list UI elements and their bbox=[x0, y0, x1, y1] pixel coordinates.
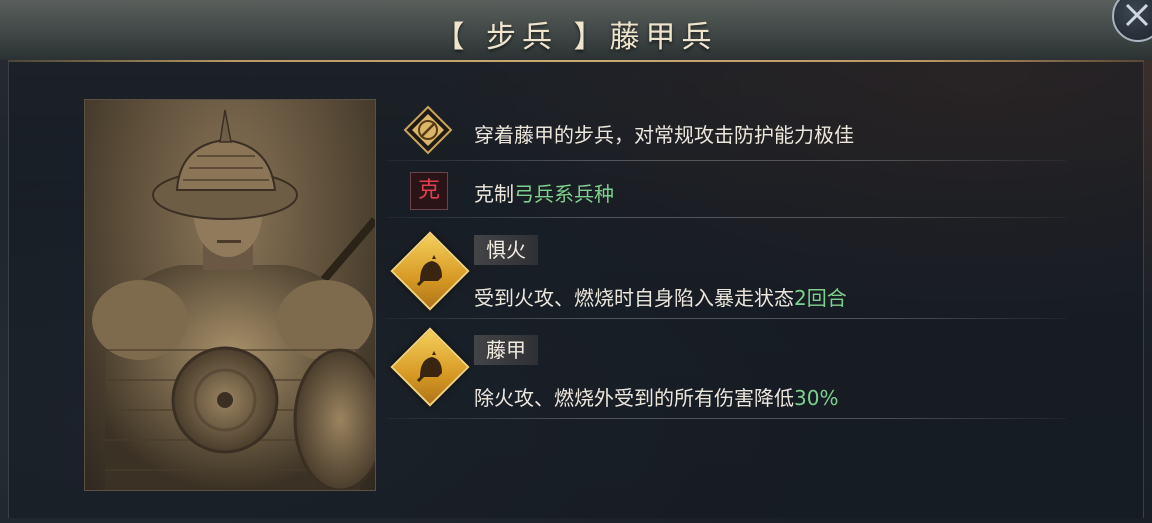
row-divider bbox=[386, 418, 1066, 419]
counter-text: 克制弓兵系兵种 bbox=[474, 178, 614, 207]
page-title: 【 步兵 】藤甲兵 bbox=[434, 20, 718, 55]
skill-desc-text: 除火攻、燃烧外受到的所有伤害降低 bbox=[474, 386, 794, 410]
skill-description: 受到火攻、燃烧时自身陷入暴走状态2回合 bbox=[474, 282, 847, 311]
skill-desc-value: 30% bbox=[794, 386, 839, 410]
skill-name: 惧火 bbox=[474, 235, 538, 265]
counter-icon: 克 bbox=[410, 172, 448, 210]
armor-type-icon bbox=[403, 105, 453, 155]
skill-desc-value: 2回合 bbox=[794, 286, 847, 310]
row-divider bbox=[386, 318, 1066, 319]
soldier-image bbox=[92, 109, 375, 490]
skill-description: 除火攻、燃烧外受到的所有伤害降低30% bbox=[474, 382, 838, 411]
row-divider bbox=[386, 217, 1066, 218]
skill-desc-text: 受到火攻、燃烧时自身陷入暴走状态 bbox=[474, 286, 794, 310]
unit-description: 穿着藤甲的步兵，对常规攻击防护能力极佳 bbox=[474, 123, 854, 147]
skill-name: 藤甲 bbox=[474, 335, 538, 365]
close-icon bbox=[1125, 3, 1149, 27]
counter-prefix: 克制 bbox=[474, 182, 514, 206]
row-divider bbox=[386, 160, 1066, 161]
counter-target: 弓兵系兵种 bbox=[514, 182, 614, 206]
unit-portrait bbox=[84, 99, 376, 491]
